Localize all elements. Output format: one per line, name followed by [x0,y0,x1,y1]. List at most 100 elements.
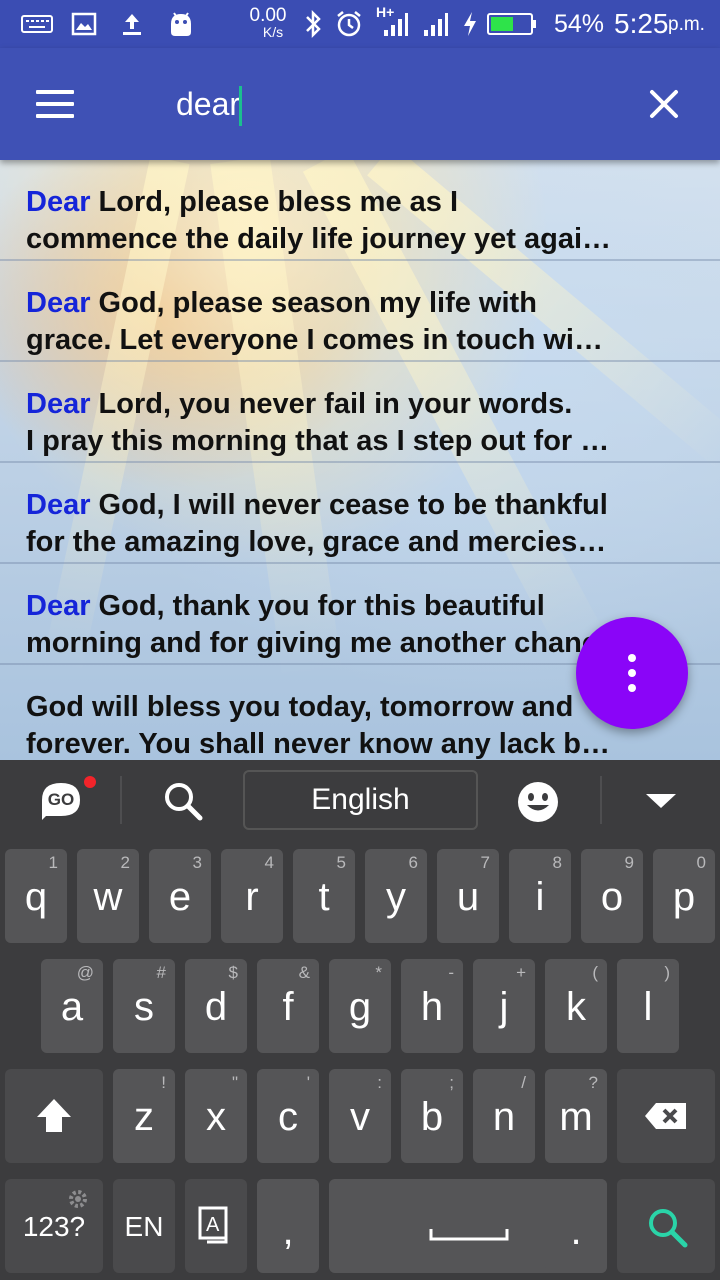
key-q[interactable]: 1q [5,849,67,943]
key-f[interactable]: & f [257,959,319,1053]
hamburger-icon-bar [36,90,74,94]
key-hint: & [298,963,310,982]
key-hint: - [448,963,454,982]
key-o[interactable]: 9o [581,849,643,943]
key-hint: ' [306,1073,310,1092]
go-keyboard-logo-button[interactable]: GO [38,776,96,822]
key-hint: ( [592,963,598,982]
item-keyword: Dear [26,489,91,521]
key-e[interactable]: 3e [149,849,211,943]
item-keyword: Dear [26,388,91,420]
keyboard-icon [20,8,54,40]
key-g[interactable]: * g [329,959,391,1053]
key-l[interactable]: ) l [617,959,679,1053]
text-edit-key[interactable]: A [185,1179,247,1273]
item-line-1: Dear God, thank you for this beautiful [26,588,626,625]
hide-keyboard-button[interactable] [642,788,680,812]
symbols-key[interactable]: 123? [5,1179,103,1273]
shift-key[interactable] [5,1069,103,1163]
key-d[interactable]: $ d [185,959,247,1053]
key-v[interactable]: :v [329,1069,391,1163]
key-c[interactable]: ' c [257,1069,319,1163]
key-j[interactable]: + j [473,959,535,1053]
battery-percent: 54% [554,10,605,38]
search-toolbar [0,48,720,160]
key-hint: @ [76,963,94,982]
upload-icon [118,8,146,40]
key-r[interactable]: 4r [221,849,283,943]
key-n[interactable]: / n [473,1069,535,1163]
key-label: g [348,985,372,1029]
emoji-button[interactable] [516,780,560,824]
battery-icon [486,8,538,40]
status-bar: 0.00 K/s H+ 54% 5:25 p.m. [0,0,720,48]
key-m[interactable]: ? m [545,1069,607,1163]
menu-button[interactable] [22,80,90,128]
signal-icon-sim2 [420,8,450,40]
key-k[interactable]: (k [545,959,607,1053]
key-label: c [278,1095,298,1139]
language-key[interactable]: EN [113,1179,175,1273]
key-s[interactable]: # s [113,959,175,1053]
alarm-icon [334,8,364,40]
key-label: n [492,1095,516,1139]
key-x[interactable]: " x [185,1069,247,1163]
space-icon [429,1229,509,1241]
comma-key[interactable]: , [257,1179,319,1273]
backspace-key[interactable] [617,1069,715,1163]
key-label: r [245,875,259,919]
key-p[interactable]: 0p [653,849,715,943]
key-hint: 8 [552,853,562,872]
search-action-key[interactable] [617,1179,715,1273]
key-hint: 3 [192,853,202,872]
language-selector[interactable]: English [243,770,478,830]
key-a[interactable]: @ a [41,959,103,1053]
close-icon [650,90,678,118]
key-label: w [93,875,123,919]
list-item[interactable]: Dear God, I will never cease to be thank… [0,463,720,564]
comma-key-label: , [282,1209,294,1253]
close-search-button[interactable] [640,80,688,128]
notification-dot [84,776,96,788]
key-h[interactable]: -h [401,959,463,1053]
key-hint: 2 [120,853,130,872]
emoji-icon [518,782,558,822]
svg-text:A: A [206,1214,220,1236]
period-key[interactable]: . [545,1179,607,1273]
key-label: k [566,985,586,1029]
key-label: u [456,875,480,919]
key-label: i [535,875,545,919]
key-label: t [318,875,330,919]
key-label: o [600,875,624,919]
key-t[interactable]: 5t [293,849,355,943]
clock-suffix: p.m. [668,14,705,35]
key-z[interactable]: ! z [113,1069,175,1163]
key-hint: # [156,963,166,982]
key-label: l [643,985,653,1029]
key-label: p [672,875,696,919]
key-y[interactable]: 6y [365,849,427,943]
list-item[interactable]: Dear Lord, you never fail in your words.… [0,362,720,463]
item-line-1: Dear God, please season my life with [26,285,626,322]
key-hint: 0 [696,853,706,872]
item-text: Lord, you never fail in your words. [90,388,573,420]
key-u[interactable]: 7u [437,849,499,943]
key-b[interactable]: ; b [401,1069,463,1163]
item-keyword: Dear [26,590,91,622]
key-w[interactable]: 2w [77,849,139,943]
keyboard-search-button[interactable] [160,778,206,824]
key-hint: 5 [336,853,346,872]
more-options-button[interactable] [576,617,688,729]
separator [120,776,122,824]
list-item[interactable]: Dear Lord, please bless me as I commence… [0,160,720,261]
list-item[interactable]: Dear God, please season my life with gra… [0,261,720,362]
language-key-label: EN [124,1211,164,1242]
more-vert-icon-dot [628,684,636,692]
key-hint: 7 [480,853,490,872]
hamburger-icon-bar [36,114,74,118]
key-i[interactable]: 8i [509,849,571,943]
key-label: q [24,875,48,919]
item-text: Lord, please bless me as I [90,186,458,218]
key-label: s [134,985,154,1029]
key-hint: 4 [264,853,274,872]
